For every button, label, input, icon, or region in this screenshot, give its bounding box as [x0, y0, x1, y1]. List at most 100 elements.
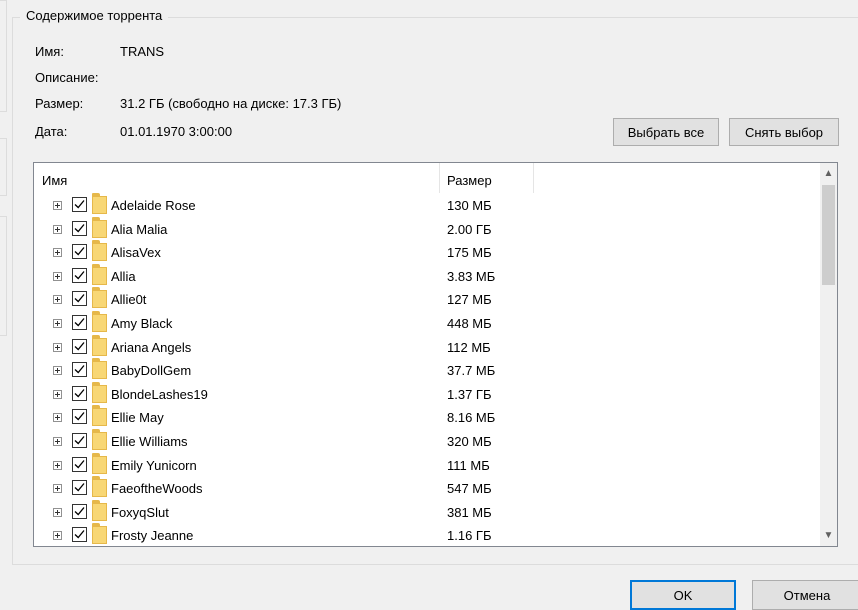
tree-row[interactable]: Allia 3.83 МБ [34, 263, 821, 290]
panel-edge-3 [0, 216, 7, 336]
tree-row[interactable]: BlondeLashes19 1.37 ГБ [34, 381, 821, 408]
row-name: Ellie Williams [111, 433, 188, 449]
row-checkbox[interactable] [72, 527, 87, 543]
row-checkbox[interactable] [72, 456, 87, 472]
expand-icon[interactable] [53, 271, 62, 281]
expand-icon[interactable] [53, 413, 62, 423]
folder-icon [92, 405, 107, 427]
tree-row[interactable]: Emily Yunicorn 111 МБ [34, 452, 821, 479]
folder-icon [92, 216, 107, 238]
scrollbar-thumb[interactable] [822, 185, 835, 285]
tree-row[interactable]: FoxyqSlut 381 МБ [34, 499, 821, 526]
tree-row[interactable]: Ellie May 8.16 МБ [34, 405, 821, 431]
tree-row[interactable]: BabyDollGem 37.7 МБ [34, 358, 821, 384]
size-value: 31.2 ГБ (свободно на диске: 17.3 ГБ) [120, 96, 342, 111]
tree-row[interactable]: Alia Malia 2.00 ГБ [34, 216, 821, 243]
row-checkbox[interactable] [72, 503, 87, 519]
column-header-size[interactable]: Размер [447, 173, 492, 188]
row-checkbox[interactable] [72, 267, 87, 283]
row-checkbox[interactable] [72, 244, 87, 260]
column-separator[interactable] [533, 163, 534, 193]
expand-icon[interactable] [53, 366, 62, 376]
folder-icon [92, 476, 107, 498]
cancel-button[interactable]: Отмена [752, 580, 858, 610]
row-checkbox[interactable] [72, 480, 87, 496]
row-size: 1.16 ГБ [447, 528, 492, 544]
row-checkbox[interactable] [72, 409, 87, 425]
select-all-button[interactable]: Выбрать все [613, 118, 719, 146]
folder-icon [92, 523, 107, 545]
row-checkbox[interactable] [72, 314, 87, 330]
checkmark-icon [74, 270, 85, 280]
row-name: Allie0t [111, 292, 147, 308]
row-checkbox[interactable] [72, 362, 87, 378]
folder-icon [92, 358, 107, 380]
expand-icon[interactable] [53, 484, 62, 494]
checkmark-icon [74, 365, 85, 374]
chevron-down-icon[interactable]: ▼ [820, 527, 837, 544]
folder-icon [92, 499, 107, 521]
row-name: Ellie May [111, 410, 164, 426]
tree-row[interactable]: Ellie Williams 320 МБ [34, 428, 821, 455]
tree-row[interactable]: AlisaVex 175 МБ [34, 240, 821, 266]
row-checkbox[interactable] [72, 220, 87, 236]
row-checkbox[interactable] [72, 197, 87, 212]
row-name: Alia Malia [111, 221, 168, 237]
row-name: Allia [111, 268, 136, 284]
file-tree[interactable]: Имя Размер Adelaide Rose 130 МБ Alia Malia… [33, 162, 838, 547]
chevron-up-icon[interactable]: ▲ [820, 165, 837, 182]
expand-icon[interactable] [53, 531, 62, 541]
checkmark-icon [74, 436, 85, 445]
expand-icon[interactable] [53, 201, 62, 210]
tree-rows: Adelaide Rose 130 МБ Alia Malia 2.00 ГБ Alis… [34, 193, 821, 546]
expand-icon[interactable] [53, 460, 62, 470]
folder-icon [92, 334, 107, 356]
folder-icon [92, 263, 107, 285]
vertical-scrollbar[interactable]: ▲ ▼ [820, 163, 837, 546]
expand-icon[interactable] [53, 318, 62, 328]
ok-button[interactable]: OK [630, 580, 736, 610]
deselect-all-button[interactable]: Снять выбор [729, 118, 839, 146]
tree-header: Имя Размер [34, 163, 821, 193]
group-title: Содержимое торрента [20, 8, 169, 23]
size-label: Размер: [35, 96, 84, 111]
folder-icon [92, 193, 107, 214]
panel-edge-2 [0, 138, 7, 196]
tree-row[interactable]: Ariana Angels 112 МБ [34, 334, 821, 361]
row-checkbox[interactable] [72, 338, 87, 354]
tree-row[interactable]: FaeoftheWoods 547 МБ [34, 476, 821, 502]
tree-row[interactable]: Frosty Jeanne 1.16 ГБ [34, 523, 821, 546]
expand-icon[interactable] [53, 295, 62, 305]
expand-icon[interactable] [53, 389, 62, 399]
row-name: Ariana Angels [111, 339, 192, 355]
row-checkbox[interactable] [72, 291, 87, 307]
row-size: 112 МБ [447, 339, 491, 355]
folder-icon [92, 240, 107, 262]
expand-icon[interactable] [53, 342, 62, 352]
row-size: 320 МБ [447, 433, 492, 449]
folder-icon [92, 381, 107, 403]
expand-icon[interactable] [53, 507, 62, 517]
checkmark-icon [74, 483, 85, 492]
row-size: 8.16 МБ [447, 410, 496, 426]
expand-icon[interactable] [53, 436, 62, 446]
checkmark-icon [74, 412, 85, 421]
column-separator[interactable] [439, 163, 440, 193]
tree-row[interactable]: Allie0t 127 МБ [34, 287, 821, 313]
checkmark-icon [74, 294, 85, 303]
checkmark-icon [74, 247, 85, 256]
checkmark-icon [74, 318, 85, 327]
row-checkbox[interactable] [72, 432, 87, 448]
checkmark-icon [74, 530, 85, 539]
row-name: AlisaVex [111, 245, 161, 261]
expand-icon[interactable] [53, 224, 62, 234]
column-header-name[interactable]: Имя [42, 173, 67, 188]
row-checkbox[interactable] [72, 385, 87, 401]
row-size: 381 МБ [447, 504, 492, 520]
checkmark-icon [74, 223, 85, 233]
tree-row[interactable]: Amy Black 448 МБ [34, 310, 821, 337]
tree-row[interactable]: Adelaide Rose 130 МБ [34, 193, 821, 219]
checkmark-icon [74, 388, 85, 398]
expand-icon[interactable] [53, 248, 62, 258]
row-size: 175 МБ [447, 245, 492, 261]
